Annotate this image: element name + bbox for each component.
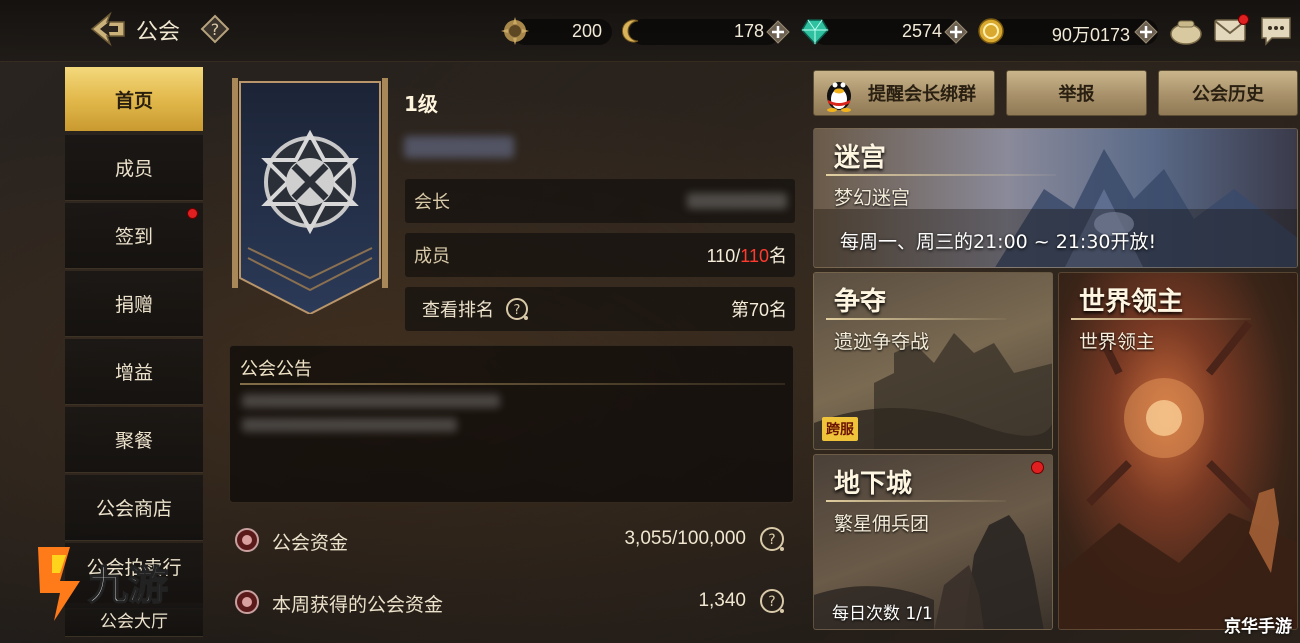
remind-leader-button[interactable]: 提醒会长绑群	[813, 70, 995, 116]
world-boss-divider	[1071, 318, 1251, 320]
rank-value: 第70名	[730, 300, 787, 320]
rank-row[interactable]: 查看排名 ? 第70名	[405, 287, 795, 331]
mail-notification-dot	[1238, 14, 1249, 25]
green-crystal-icon	[800, 16, 830, 46]
sidebar-item-checkin[interactable]: 签到	[65, 203, 203, 269]
world-boss-title: 世界领主	[1079, 287, 1184, 317]
back-arrow-icon[interactable]	[86, 10, 130, 48]
contest-title: 争夺	[834, 287, 887, 317]
guild-funds-row: 公会资金 3,055/100,000 ?	[234, 525, 794, 557]
leader-name-redacted	[687, 193, 787, 209]
sidebar-item-label: 增益	[114, 362, 153, 384]
fund-value: 1,340	[698, 590, 746, 611]
rank-label-wrap: 查看排名 ?	[414, 296, 530, 322]
notice-title: 公会公告	[240, 359, 312, 380]
guild-emblem-banner	[230, 78, 390, 316]
leader-label: 会长	[414, 192, 450, 213]
dungeon-activity-card[interactable]: 地下城 繁星佣兵团 每日次数 1/1	[813, 454, 1053, 630]
help-icon[interactable]: ?	[200, 14, 230, 44]
page-title: 公会	[136, 20, 181, 45]
guild-history-button[interactable]: 公会历史	[1158, 70, 1298, 116]
svg-text:?: ?	[514, 303, 521, 318]
guild-name-redacted	[404, 136, 514, 158]
report-label: 举报	[1058, 84, 1095, 105]
guild-fund-icon	[235, 590, 259, 614]
dungeon-subtitle: 繁星佣兵团	[834, 513, 930, 535]
sidebar-item-label: 公会商店	[95, 498, 172, 520]
chat-icon[interactable]	[1258, 12, 1294, 48]
rank-label: 查看排名	[422, 300, 494, 321]
maze-divider	[826, 174, 1056, 176]
fund-help-icon[interactable]: ?	[758, 525, 786, 553]
sidebar-item-label: 捐赠	[114, 294, 153, 316]
guild-level: 1级	[404, 92, 438, 116]
resource-value: 90万0173	[1051, 25, 1130, 45]
fund-value: 3,055/100,000	[624, 528, 746, 549]
dungeon-notification-dot	[1031, 461, 1044, 474]
guild-notice-panel: 公会公告	[229, 345, 794, 503]
maze-subtitle: 梦幻迷宫	[834, 187, 911, 209]
notice-text-redacted	[242, 418, 457, 432]
watermark-right-text: 京华手游	[1224, 617, 1292, 637]
watermark-logo-left: 九游	[30, 535, 200, 625]
sidebar-item-label: 签到	[114, 226, 153, 248]
cross-server-tag: 跨服	[822, 417, 858, 441]
members-current: 110/	[706, 246, 741, 266]
rank-help-icon[interactable]: ?	[504, 296, 530, 322]
svg-text:?: ?	[768, 532, 775, 548]
sidebar-item-label: 首页	[114, 89, 153, 112]
sidebar-item-shop[interactable]: 公会商店	[65, 475, 203, 541]
members-max: 110	[740, 246, 769, 266]
contest-activity-card[interactable]: 争夺 遗迹争夺战 跨服	[813, 272, 1053, 450]
fund-help-icon[interactable]: ?	[758, 587, 786, 615]
members-row: 成员 110/110名	[405, 233, 795, 277]
contest-divider	[826, 318, 1006, 320]
dungeon-daily-count: 每日次数 1/1	[832, 604, 933, 624]
members-count: 110/110名	[707, 242, 787, 268]
watermark-left-text: 九游	[88, 563, 168, 609]
history-label: 公会历史	[1192, 84, 1264, 105]
world-boss-activity-card[interactable]: 世界领主 世界领主	[1058, 272, 1298, 630]
leader-row: 会长	[405, 179, 795, 223]
guild-fund-icon	[235, 528, 259, 552]
pouch-icon[interactable]	[1168, 12, 1204, 48]
fund-label: 公会资金	[272, 532, 349, 554]
sidebar-item-home[interactable]: 首页	[65, 67, 203, 131]
qq-penguin-icon	[827, 82, 851, 112]
top-bar: 公会 ? 200 178 2574 90万0173	[0, 0, 1300, 62]
svg-text:?: ?	[211, 20, 220, 39]
resource-value: 2574	[901, 21, 942, 41]
notice-text-redacted	[242, 394, 500, 408]
fund-label: 本周获得的公会资金	[272, 594, 444, 616]
sidebar-item-donate[interactable]: 捐赠	[65, 271, 203, 337]
resource-value: 200	[571, 21, 602, 41]
gold-coin-icon	[976, 16, 1006, 46]
report-button[interactable]: 举报	[1006, 70, 1147, 116]
add-crystal-button[interactable]	[944, 20, 968, 44]
dungeon-divider	[826, 500, 1006, 502]
resource-value: 178	[733, 21, 764, 41]
gold-crescent-icon	[618, 16, 648, 46]
sidebar-item-feast[interactable]: 聚餐	[65, 407, 203, 473]
add-coin-button[interactable]	[1134, 20, 1158, 44]
weekly-funds-row: 本周获得的公会资金 1,340 ?	[234, 587, 794, 619]
maze-activity-card[interactable]: 迷宫 梦幻迷宫 每周一、周三的21:00 ~ 21:30开放!	[813, 128, 1298, 268]
sidebar-item-label: 成员	[114, 158, 153, 180]
world-boss-subtitle: 世界领主	[1079, 331, 1156, 353]
checkin-notification-dot	[187, 208, 198, 219]
dungeon-title: 地下城	[834, 469, 913, 499]
add-crescent-button[interactable]	[766, 20, 790, 44]
sidebar-item-label: 聚餐	[114, 430, 153, 452]
sidebar-item-members[interactable]: 成员	[65, 135, 203, 201]
maze-schedule: 每周一、周三的21:00 ~ 21:30开放!	[840, 231, 1157, 253]
svg-text:?: ?	[768, 594, 775, 610]
remind-label: 提醒会长绑群	[868, 84, 976, 105]
sidebar-item-buff[interactable]: 增益	[65, 339, 203, 405]
sun-medal-icon	[500, 16, 530, 46]
members-unit: 名	[769, 246, 787, 266]
notice-divider	[240, 383, 785, 385]
members-label: 成员	[414, 246, 450, 267]
maze-title: 迷宫	[834, 143, 887, 173]
contest-subtitle: 遗迹争夺战	[834, 331, 930, 353]
